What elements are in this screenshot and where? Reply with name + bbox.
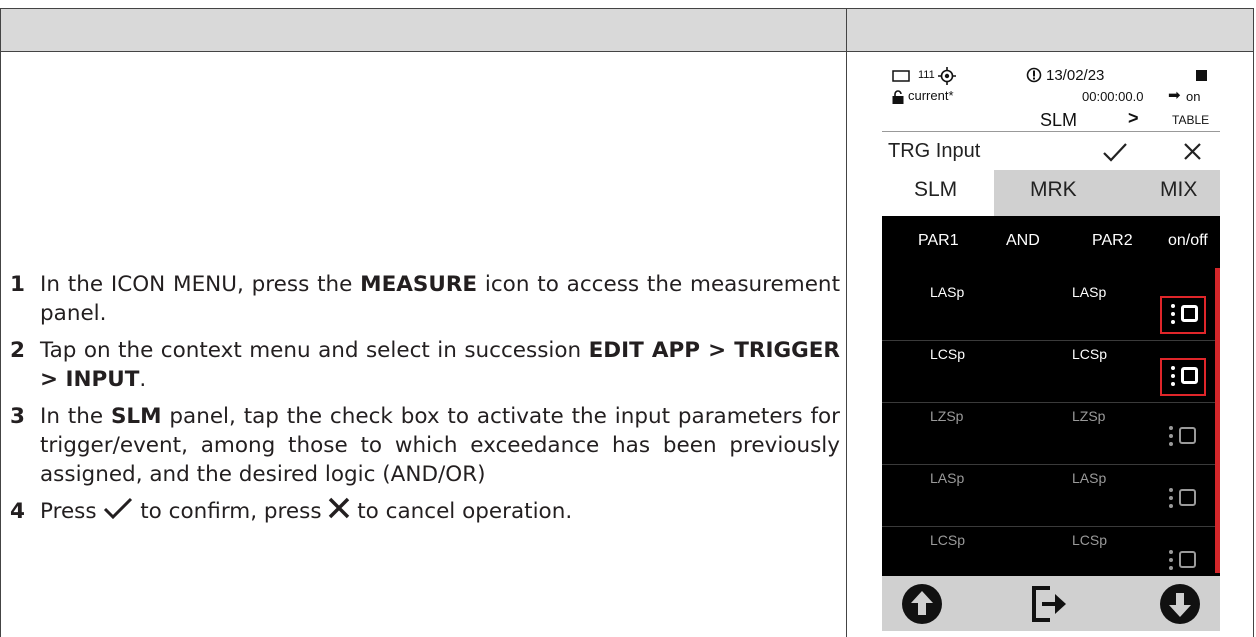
instruction-steps: 1 In the ICON MENU, press the MEASURE ic…: [10, 270, 840, 535]
context-menu-icon[interactable]: [1169, 488, 1174, 512]
record-stop-icon: [1196, 70, 1207, 81]
row-toggle[interactable]: [1160, 420, 1206, 458]
profile-name: current*: [908, 88, 954, 103]
check-icon: [103, 497, 133, 527]
param1-value: LZSp: [930, 408, 964, 424]
arrow-down-circle-icon[interactable]: [1158, 582, 1202, 626]
step-1: 1 In the ICON MENU, press the MEASURE ic…: [10, 270, 840, 328]
step-number: 4: [10, 499, 25, 524]
gps-icon: [938, 67, 956, 85]
unlock-icon: [892, 90, 904, 104]
tab-mrk[interactable]: MRK: [1030, 178, 1077, 202]
table-row: LZSp LZSp: [882, 402, 1220, 465]
param2-value: LCSp: [1072, 532, 1108, 548]
bottom-toolbar: [882, 576, 1220, 631]
parameter-list: PAR1 AND PAR2 on/off LASp LASp LCSp LCSp…: [882, 216, 1220, 576]
battery-icon: [892, 70, 910, 82]
step-bold: MEASURE: [360, 272, 478, 297]
column-header-par1: PAR1: [918, 232, 959, 249]
crumb-to[interactable]: TABLE: [1172, 113, 1209, 127]
checkbox[interactable]: [1179, 551, 1196, 568]
row-toggle[interactable]: [1160, 358, 1206, 396]
checkbox[interactable]: [1179, 489, 1196, 506]
param2-value: LCSp: [1072, 346, 1108, 362]
scrollbar[interactable]: [1215, 268, 1220, 573]
confirm-check-icon[interactable]: [1102, 142, 1128, 162]
crumb-separator: >: [1128, 108, 1139, 128]
step-bold: SLM: [110, 404, 162, 429]
step-text: In the ICON MENU, press the: [40, 272, 361, 297]
column-header-logic[interactable]: AND: [1006, 232, 1040, 250]
step-2: 2 Tap on the context menu and select in …: [10, 336, 840, 394]
tab-bar: SLM MRK MIX: [882, 170, 1220, 216]
status-counter: 111: [918, 69, 935, 81]
screen-title: TRG Input: [888, 140, 981, 162]
param1-value: LCSp: [930, 532, 966, 548]
column-divider: [846, 8, 847, 637]
device-screen: 111 13/02/23 current* 00:00:00.0 ➡ on SL…: [882, 63, 1220, 631]
step-text: to confirm, press: [133, 499, 329, 524]
tab-slm[interactable]: SLM: [914, 178, 957, 202]
status-date: 13/02/23: [1046, 67, 1105, 84]
step-text: Press: [40, 499, 104, 524]
checkbox[interactable]: [1181, 305, 1198, 322]
param1-value: LCSp: [930, 346, 966, 362]
context-menu-icon[interactable]: [1169, 550, 1174, 574]
alert-icon: [1026, 67, 1042, 83]
checkbox[interactable]: [1181, 367, 1198, 384]
exit-icon[interactable]: [1028, 582, 1072, 626]
param1-value: LASp: [930, 284, 965, 300]
title-bar: TRG Input: [882, 131, 1220, 170]
step-text: .: [139, 367, 147, 392]
step-text: Tap on the context menu and select in su…: [40, 338, 589, 363]
x-icon: [328, 497, 350, 527]
table-row: LASp LASp: [882, 278, 1220, 341]
arrow-up-circle-icon[interactable]: [900, 582, 944, 626]
elapsed-time: 00:00:00.0: [1082, 89, 1144, 104]
time-state: on: [1186, 89, 1201, 104]
checkbox[interactable]: [1179, 427, 1196, 444]
table-row: LCSp LCSp: [882, 340, 1220, 403]
column-header-par2: PAR2: [1092, 232, 1133, 249]
param2-value: LASp: [1072, 284, 1107, 300]
cancel-x-icon[interactable]: [1184, 143, 1201, 160]
context-menu-icon[interactable]: [1169, 426, 1174, 450]
column-header-onoff: on/off: [1168, 232, 1208, 249]
context-menu-icon[interactable]: [1171, 304, 1176, 328]
tab-mix[interactable]: MIX: [1160, 178, 1197, 202]
step-number: 3: [10, 404, 25, 429]
step-number: 1: [10, 272, 25, 297]
step-4: 4 Press to confirm, press to cancel oper…: [10, 497, 840, 527]
step-number: 2: [10, 338, 25, 363]
row-toggle[interactable]: [1160, 296, 1206, 334]
row-toggle[interactable]: [1160, 482, 1206, 520]
step-text: to cancel operation.: [350, 499, 573, 524]
crumb-from[interactable]: SLM: [1040, 110, 1077, 131]
table-row: LASp LASp: [882, 464, 1220, 527]
step-text: In the: [40, 404, 111, 429]
param1-value: LASp: [930, 470, 965, 486]
step-3: 3 In the SLM panel, tap the check box to…: [10, 402, 840, 489]
param2-value: LASp: [1072, 470, 1107, 486]
arrow-right-icon: ➡: [1168, 87, 1181, 104]
param2-value: LZSp: [1072, 408, 1106, 424]
context-menu-icon[interactable]: [1171, 366, 1176, 390]
